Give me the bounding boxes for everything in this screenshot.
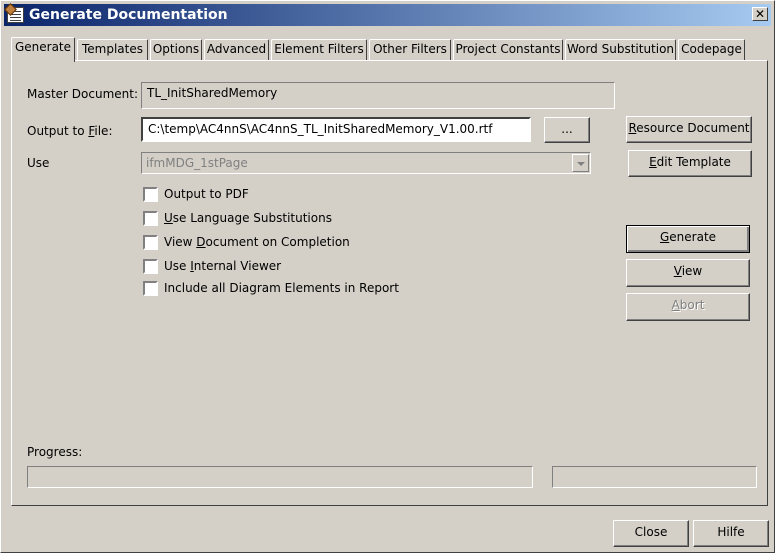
include-diagram-elements-label[interactable]: Include all Diagram Elements in Report <box>164 281 399 295</box>
progress-bar <box>27 466 533 488</box>
include-diagram-elements-checkbox[interactable] <box>143 281 158 296</box>
tab-advanced[interactable]: Advanced <box>204 39 269 60</box>
output-file-input[interactable]: C:\temp\AC4nnS\AC4nnS_TL_InitSharedMemor… <box>141 117 531 142</box>
output-pdf-checkbox[interactable] <box>143 187 158 202</box>
edit-template-button[interactable]: Edit Template <box>628 150 752 177</box>
view-on-completion-checkbox[interactable] <box>143 235 158 250</box>
template-select[interactable]: ifmMDG_1stPage <box>141 152 591 174</box>
document-app-icon <box>7 7 24 23</box>
generate-button[interactable]: Generate <box>626 225 750 253</box>
progress-status <box>552 466 757 488</box>
progress-label: Progress: <box>27 445 83 459</box>
template-select-value: ifmMDG_1stPage <box>146 156 248 170</box>
master-document-field: TL_InitSharedMemory <box>141 82 615 109</box>
resource-document-button[interactable]: Resource Document <box>626 116 752 143</box>
generate-documentation-dialog: Generate Documentation ✕ Generate Templa… <box>0 0 775 553</box>
browse-button[interactable]: ... <box>544 117 590 143</box>
window-title: Generate Documentation <box>29 7 228 23</box>
title-bar[interactable]: Generate Documentation ✕ <box>4 4 771 26</box>
close-icon[interactable]: ✕ <box>752 7 768 21</box>
abort-button[interactable]: Abort <box>626 293 750 321</box>
tab-codepage[interactable]: Codepage <box>678 39 745 60</box>
internal-viewer-checkbox[interactable] <box>143 259 158 274</box>
language-substitutions-label[interactable]: Use Language Substitutions <box>164 211 332 225</box>
tab-project-constants[interactable]: Project Constants <box>453 39 563 60</box>
tab-element-filters[interactable]: Element Filters <box>271 39 367 60</box>
language-substitutions-checkbox[interactable] <box>143 211 158 226</box>
tab-generate[interactable]: Generate <box>11 37 75 62</box>
master-document-label: Master Document: <box>27 87 139 101</box>
output-file-label: Output to File: <box>27 124 113 138</box>
view-button[interactable]: View <box>626 259 750 287</box>
tab-templates[interactable]: Templates <box>77 39 148 60</box>
chevron-down-icon[interactable] <box>572 154 589 172</box>
help-button[interactable]: Hilfe <box>693 520 769 547</box>
close-button[interactable]: Close <box>613 520 689 547</box>
tab-word-substitution[interactable]: Word Substitution <box>565 39 676 60</box>
tab-other-filters[interactable]: Other Filters <box>369 39 451 60</box>
view-on-completion-label[interactable]: View Document on Completion <box>164 235 350 249</box>
tab-options[interactable]: Options <box>150 39 202 60</box>
output-pdf-label[interactable]: Output to PDF <box>164 187 249 201</box>
internal-viewer-label[interactable]: Use Internal Viewer <box>164 259 281 273</box>
use-label: Use <box>27 156 50 170</box>
